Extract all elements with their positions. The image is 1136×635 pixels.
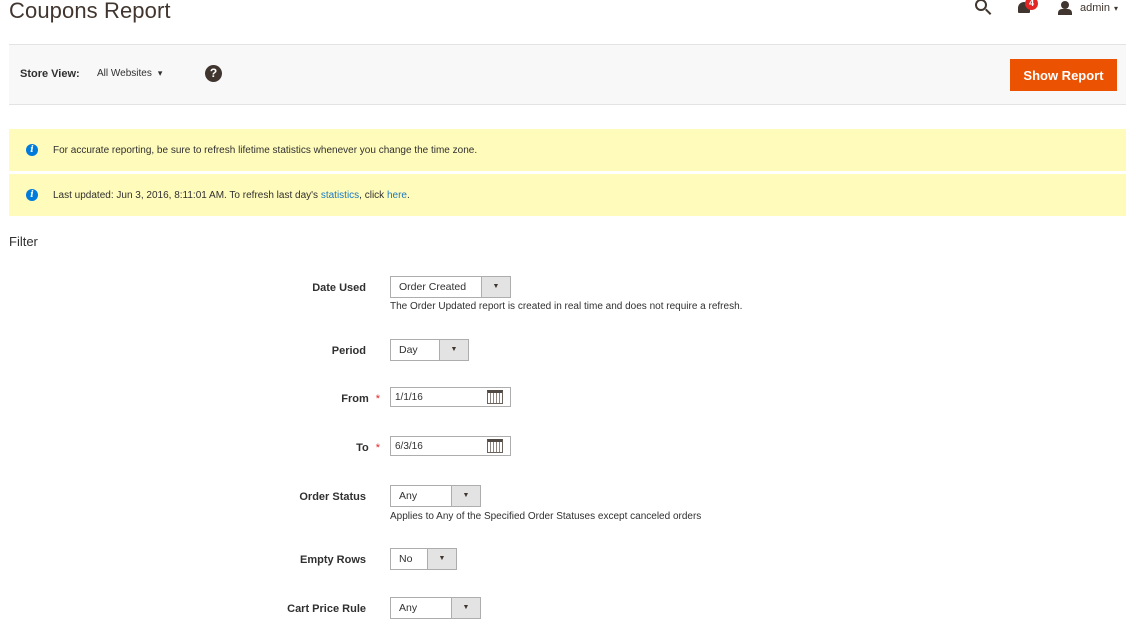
order-status-select[interactable]: Any ▼ bbox=[390, 485, 481, 507]
to-label: To * bbox=[356, 442, 380, 454]
store-view-value: All Websites bbox=[97, 68, 152, 79]
show-report-button[interactable]: Show Report bbox=[1010, 59, 1117, 91]
help-icon[interactable]: ? bbox=[205, 65, 222, 82]
header-actions: 4 admin ▾ bbox=[974, 0, 1118, 16]
message-text: Last updated: Jun 3, 2016, 8:11:01 AM. T… bbox=[53, 190, 410, 201]
store-view-label: Store View: bbox=[20, 68, 80, 80]
notifications-button[interactable]: 4 bbox=[1018, 0, 1039, 16]
period-value: Day bbox=[399, 344, 418, 356]
search-icon-handle bbox=[985, 8, 992, 15]
user-icon bbox=[1058, 1, 1073, 15]
date-used-value: Order Created bbox=[399, 281, 467, 293]
order-status-value: Any bbox=[399, 490, 418, 502]
calendar-icon[interactable] bbox=[487, 439, 503, 453]
info-icon: i bbox=[26, 189, 38, 201]
order-status-label: Order Status bbox=[299, 491, 366, 503]
message-text: For accurate reporting, be sure to refre… bbox=[53, 144, 478, 156]
chevron-down-icon: ▼ bbox=[427, 549, 456, 569]
statistics-link[interactable]: statistics bbox=[321, 190, 359, 201]
period-select[interactable]: Day ▼ bbox=[390, 339, 469, 361]
cart-price-rule-value: Any bbox=[399, 602, 418, 614]
user-icon-head bbox=[1061, 1, 1070, 9]
store-view-switcher[interactable]: All Websites ▾ bbox=[97, 68, 162, 79]
calendar-icon[interactable] bbox=[487, 390, 503, 404]
chevron-down-icon: ▾ bbox=[1113, 3, 1118, 13]
date-used-select[interactable]: Order Created ▼ bbox=[390, 276, 511, 298]
chevron-down-icon: ▼ bbox=[481, 277, 510, 297]
date-used-note: The Order Updated report is created in r… bbox=[390, 301, 743, 312]
chevron-down-icon: ▾ bbox=[157, 68, 163, 78]
chevron-down-icon: ▼ bbox=[451, 598, 480, 618]
page-actions-toolbar: Store View: All Websites ▾ ? Show Report bbox=[9, 44, 1126, 105]
message-suffix: . bbox=[406, 189, 410, 201]
message-timezone-notice: i For accurate reporting, be sure to ref… bbox=[9, 129, 1126, 171]
from-label-text: From bbox=[341, 393, 369, 405]
cart-price-rule-label: Cart Price Rule bbox=[287, 603, 366, 615]
search-icon[interactable] bbox=[974, 0, 992, 17]
from-label: From * bbox=[341, 393, 380, 405]
chevron-down-icon: ▼ bbox=[439, 340, 468, 360]
message-last-updated: i Last updated: Jun 3, 2016, 8:11:01 AM.… bbox=[9, 174, 1126, 216]
required-star: * bbox=[375, 442, 380, 454]
empty-rows-select[interactable]: No ▼ bbox=[390, 548, 457, 570]
chevron-down-icon: ▼ bbox=[451, 486, 480, 506]
page-title: Coupons Report bbox=[9, 0, 171, 23]
admin-user-menu[interactable]: admin ▾ bbox=[1058, 1, 1118, 15]
empty-rows-value: No bbox=[399, 553, 413, 565]
cart-price-rule-select[interactable]: Any ▼ bbox=[390, 597, 481, 619]
date-used-label: Date Used bbox=[312, 282, 366, 294]
filter-section-title: Filter bbox=[9, 234, 38, 249]
order-status-note: Applies to Any of the Specified Order St… bbox=[390, 511, 702, 522]
required-star: * bbox=[375, 393, 380, 405]
message-prefix: Last updated: Jun 3, 2016, 8:11:01 AM. T… bbox=[53, 189, 321, 201]
period-label: Period bbox=[331, 345, 366, 357]
empty-rows-label: Empty Rows bbox=[299, 554, 366, 566]
message-middle: , click bbox=[359, 189, 387, 201]
info-icon: i bbox=[26, 144, 38, 156]
notifications-count-badge: 4 bbox=[1025, 0, 1039, 10]
user-icon-body bbox=[1058, 9, 1073, 15]
admin-username: admin bbox=[1080, 2, 1110, 14]
to-label-text: To bbox=[356, 442, 369, 454]
refresh-here-link[interactable]: here bbox=[387, 190, 407, 201]
